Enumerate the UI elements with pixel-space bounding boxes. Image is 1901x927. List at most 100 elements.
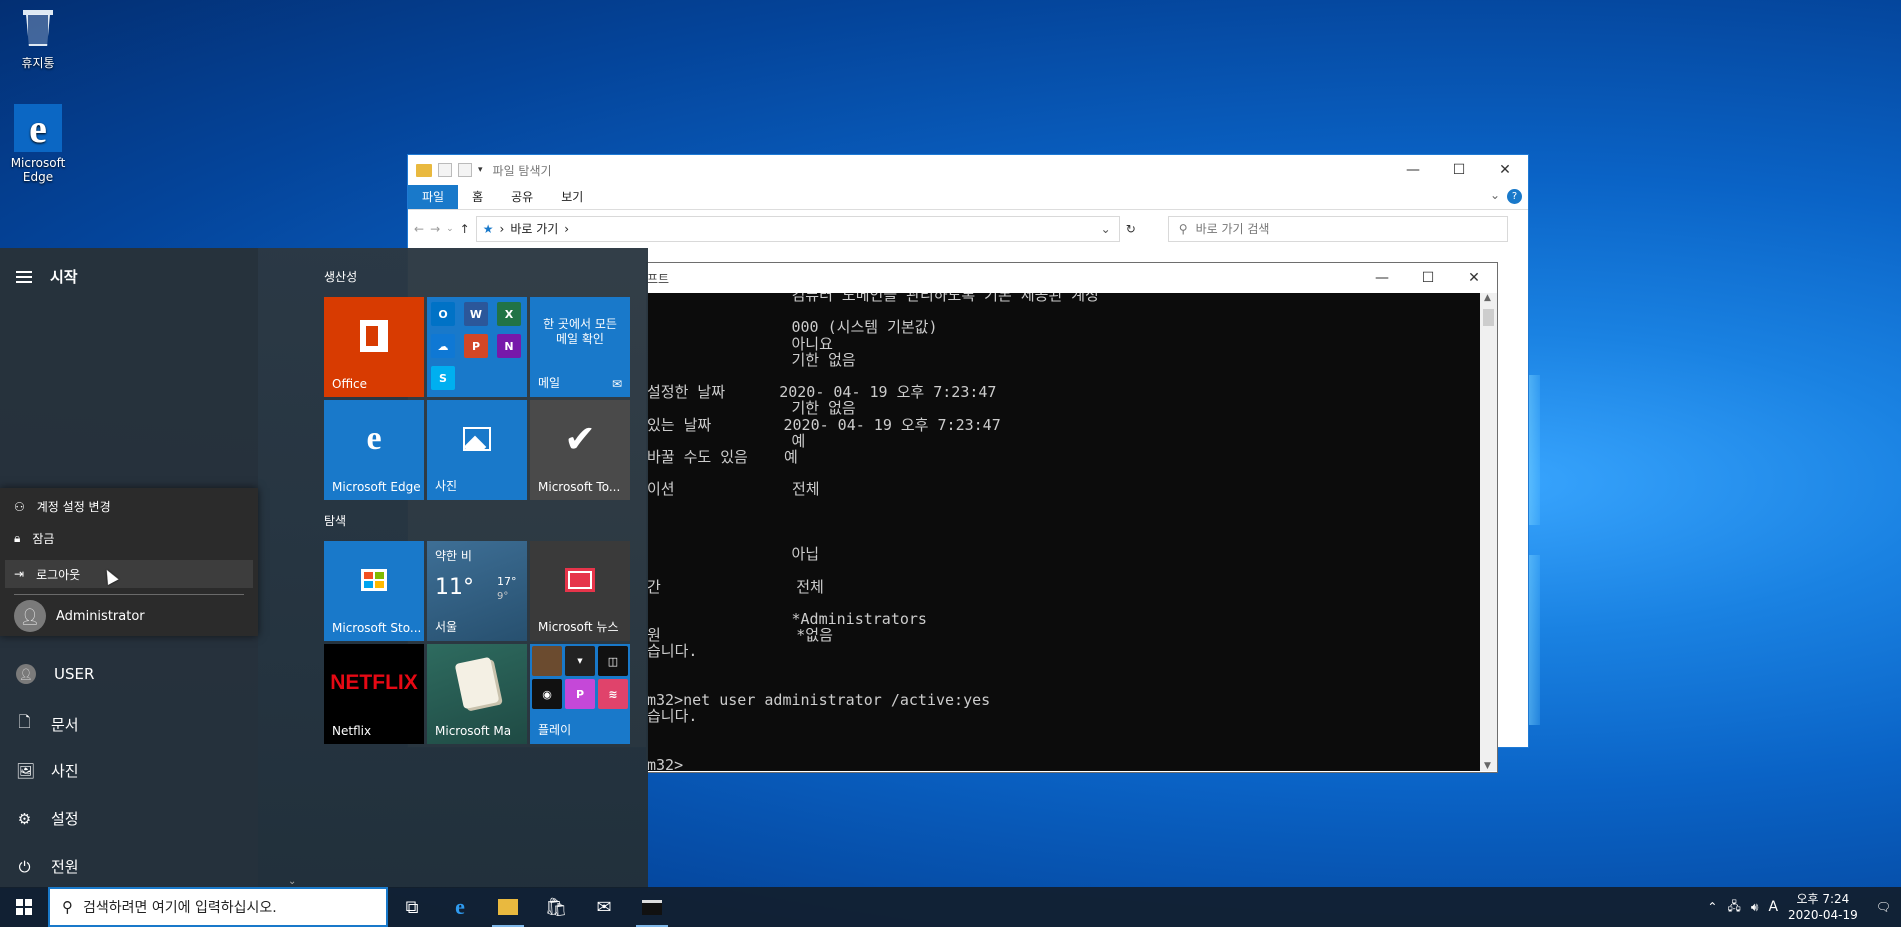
- scrollbar[interactable]: ▲ ▼: [1480, 293, 1497, 771]
- address-dropdown-icon[interactable]: ⌄: [1101, 222, 1111, 236]
- scrollbar-thumb[interactable]: [1483, 309, 1494, 326]
- tab-home[interactable]: 홈: [458, 185, 497, 209]
- tile-label: Microsoft 뉴스: [538, 620, 619, 634]
- address-bar[interactable]: ★ › 바로 가기 › ⌄: [475, 215, 1120, 242]
- tile-weather[interactable]: 약한 비 11° 17° 9° 서울: [427, 541, 527, 641]
- help-icon[interactable]: ?: [1507, 189, 1522, 204]
- taskbar-edge-button[interactable]: e: [436, 887, 484, 927]
- windows-logo-icon: [16, 899, 32, 915]
- network-icon[interactable]: 🖧︎: [1727, 897, 1740, 918]
- breadcrumb[interactable]: 바로 가기: [510, 220, 558, 237]
- audio-icon: ≋: [598, 679, 628, 709]
- tab-view[interactable]: 보기: [547, 185, 597, 209]
- minimize-button[interactable]: —: [1359, 263, 1405, 293]
- cmd-titlebar[interactable]: 프트 — ☐ ✕: [647, 263, 1497, 293]
- expand-ribbon-icon[interactable]: ⌄: [1490, 188, 1500, 202]
- account-settings-icon: ⚇: [14, 499, 25, 514]
- tile-news[interactable]: Microsoft 뉴스: [530, 541, 630, 641]
- notifications-icon[interactable]: 🗨︎: [1876, 900, 1891, 914]
- refresh-icon[interactable]: ↻: [1126, 222, 1136, 236]
- group-label-explore[interactable]: 탐색: [324, 512, 346, 529]
- clock[interactable]: 오후 7:24 2020-04-19: [1788, 891, 1858, 923]
- rail-item-documents[interactable]: 🗋 문서: [16, 712, 78, 737]
- mahjong-icon: [427, 644, 527, 722]
- lock-button[interactable]: 🔒︎ 잠금: [14, 530, 54, 547]
- forward-icon[interactable]: →: [430, 222, 440, 236]
- tile-office-apps[interactable]: O W X ☁ P N S: [427, 297, 527, 397]
- console-line: 아니요: [647, 334, 833, 353]
- mail-tile-text: 한 곳에서 모든 메일 확인: [543, 317, 617, 346]
- tile-mail[interactable]: 한 곳에서 모든 메일 확인 메일 ✉: [530, 297, 630, 397]
- scroll-down-icon[interactable]: ▼: [1484, 761, 1491, 771]
- close-button[interactable]: ✕: [1482, 155, 1528, 185]
- taskbar-store-button[interactable]: 🛍︎: [532, 887, 580, 927]
- lock-icon: 🔒︎: [14, 531, 21, 545]
- tile-label: Microsoft Sto...: [332, 621, 422, 635]
- weather-condition: 약한 비: [435, 549, 472, 563]
- start-button[interactable]: [0, 887, 48, 927]
- console-line: 습니다.: [647, 642, 698, 661]
- properties-icon[interactable]: [438, 163, 452, 177]
- tile-play[interactable]: ▼ ◫ ◉ P ≋ 플레이: [530, 644, 630, 744]
- explorer-search-input[interactable]: ⚲ 바로 가기 검색: [1167, 215, 1508, 242]
- console-line: 예: [647, 431, 806, 450]
- maximize-button[interactable]: ☐: [1405, 263, 1451, 293]
- new-folder-icon[interactable]: [458, 163, 472, 177]
- sign-out-button[interactable]: ⇥ 로그아웃: [5, 560, 253, 588]
- change-account-settings[interactable]: ⚇ 계정 설정 변경: [14, 498, 111, 515]
- back-icon[interactable]: ←: [414, 222, 424, 236]
- chevron-up-icon[interactable]: ⌃: [1707, 900, 1717, 914]
- netflix-logo: NETFLIX: [330, 671, 418, 694]
- desktop-icon-label: Microsoft: [10, 156, 66, 170]
- divider: [14, 594, 244, 595]
- system-tray: ⌃ 🖧︎ 🔊︎ A 오후 7:24 2020-04-19 🗨︎: [1707, 887, 1901, 927]
- hamburger-icon[interactable]: [16, 270, 32, 283]
- tile-netflix[interactable]: NETFLIX Netflix: [324, 644, 424, 744]
- up-icon[interactable]: ↑: [460, 222, 470, 236]
- ime-indicator[interactable]: A: [1768, 899, 1778, 915]
- chevron-down-icon[interactable]: ⌄: [288, 876, 296, 887]
- quick-access-icon: ★: [482, 221, 494, 236]
- tile-office[interactable]: Office: [324, 297, 424, 397]
- desktop-icon-recycle-bin[interactable]: 휴지통: [0, 6, 76, 71]
- tab-share[interactable]: 공유: [497, 185, 547, 209]
- rail-item-power[interactable]: ⏻ 전원: [16, 856, 79, 877]
- tile-todo[interactable]: ✔ Microsoft To...: [530, 400, 630, 500]
- taskbar-search-input[interactable]: ⚲ 검색하려면 여기에 입력하십시오.: [48, 887, 388, 927]
- explorer-titlebar[interactable]: ▾ 파일 탐색기 — ☐ ✕: [408, 155, 1528, 185]
- console-output[interactable]: 컴퓨터 도메인을 관리하도록 기본 제공된 계정 000 (시스템 기본값) 아…: [647, 293, 1481, 771]
- chevron-down-icon[interactable]: ▾: [478, 165, 483, 175]
- console-line: 아닙: [647, 545, 820, 564]
- taskbar-cmd-button[interactable]: [628, 887, 676, 927]
- recent-icon[interactable]: ⌄: [446, 224, 454, 234]
- maximize-button[interactable]: ☐: [1436, 155, 1482, 185]
- taskbar-mail-button[interactable]: ✉: [580, 887, 628, 927]
- rail-item-pictures[interactable]: 🖼︎ 사진: [16, 760, 79, 781]
- minimize-button[interactable]: —: [1390, 155, 1436, 185]
- news-icon: [530, 541, 630, 619]
- breadcrumb-separator-icon: ›: [564, 221, 570, 236]
- start-header[interactable]: 시작: [16, 266, 78, 287]
- tile-photos[interactable]: 사진: [427, 400, 527, 500]
- tile-edge[interactable]: e Microsoft Edge: [324, 400, 424, 500]
- task-view-button[interactable]: ⧉: [388, 887, 436, 927]
- console-line: 있는 날짜 2020- 04- 19 오후 7:23:47: [647, 415, 1001, 434]
- volume-icon[interactable]: 🔊︎: [1751, 900, 1759, 915]
- tile-store[interactable]: Microsoft Sto...: [324, 541, 424, 641]
- account-user[interactable]: 👤︎ Administrator: [14, 600, 145, 632]
- rail-item-settings[interactable]: ⚙ 설정: [16, 808, 79, 829]
- folder-icon: [498, 899, 518, 915]
- desktop-light-bar: [1528, 555, 1540, 725]
- tab-file[interactable]: 파일: [408, 185, 459, 209]
- rail-item-user[interactable]: 👤︎ USER: [16, 664, 94, 684]
- desktop-icon-edge[interactable]: e Microsoft Edge: [0, 104, 76, 184]
- console-line: 기한 없음: [647, 350, 856, 369]
- command-prompt-window[interactable]: 프트 — ☐ ✕ 컴퓨터 도메인을 관리하도록 기본 제공된 계정 000 (시…: [646, 262, 1498, 773]
- group-label-productivity[interactable]: 생산성: [324, 268, 357, 285]
- tile-mahjong[interactable]: Microsoft Ma: [427, 644, 527, 744]
- scroll-up-icon[interactable]: ▲: [1484, 293, 1491, 303]
- rail-item-label: 설정: [51, 810, 79, 828]
- taskbar-explorer-button[interactable]: [484, 887, 532, 927]
- close-button[interactable]: ✕: [1451, 263, 1497, 293]
- edge-icon: e: [14, 104, 62, 152]
